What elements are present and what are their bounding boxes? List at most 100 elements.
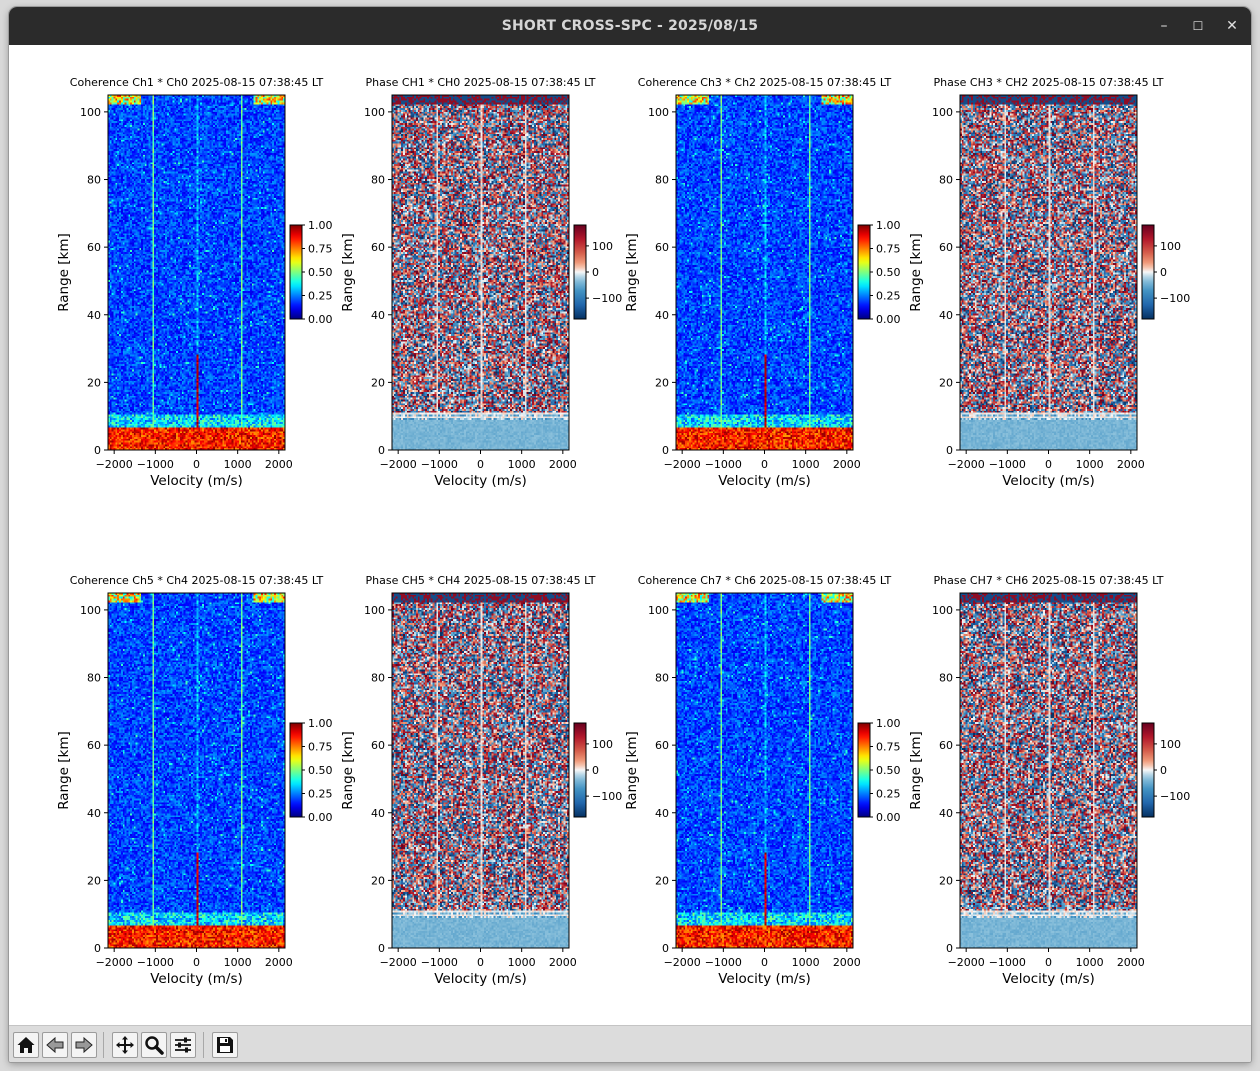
- colorbar-tick-label: 0: [592, 764, 599, 777]
- subplot-title: Coherence Ch3 * Ch2 2025-08-15 07:38:45 …: [638, 76, 892, 89]
- y-tick-label: 60: [87, 739, 101, 752]
- colorbar: [289, 722, 303, 818]
- colorbar-tick-label: 0.25: [308, 290, 333, 303]
- close-button[interactable]: ✕: [1221, 16, 1243, 36]
- subplot-5[interactable]: Coherence Ch5 * Ch4 2025-08-15 07:38:45 …: [56, 574, 333, 987]
- y-tick-label: 20: [939, 874, 953, 887]
- x-tick-label: 1000: [508, 458, 536, 471]
- x-axis-label: Velocity (m/s): [1002, 971, 1095, 987]
- y-tick-label: 80: [655, 174, 669, 187]
- home-button[interactable]: [13, 1032, 39, 1058]
- y-tick-label: 60: [87, 241, 101, 254]
- pan-button[interactable]: [112, 1032, 138, 1058]
- x-tick-label: 0: [761, 956, 768, 969]
- floppy-disk-icon: [217, 1037, 233, 1053]
- subplot-8[interactable]: Phase CH7 * CH6 2025-08-15 07:38:45 LT −2…: [908, 574, 1190, 987]
- y-axis-label: Range [km]: [624, 731, 640, 810]
- y-tick-label: 40: [371, 807, 385, 820]
- arrow-right-icon: [75, 1036, 93, 1054]
- subplot-title: Coherence Ch1 * Ch0 2025-08-15 07:38:45 …: [70, 76, 324, 89]
- subplot-1[interactable]: Coherence Ch1 * Ch0 2025-08-15 07:38:45 …: [56, 76, 333, 489]
- subplot-title: Phase CH3 * CH2 2025-08-15 07:38:45 LT: [934, 76, 1164, 89]
- move-icon: [116, 1036, 134, 1054]
- y-tick-label: 0: [378, 942, 385, 955]
- y-tick-label: 80: [87, 174, 101, 187]
- y-tick-label: 0: [378, 444, 385, 457]
- y-tick-label: 20: [939, 376, 953, 389]
- x-tick-label: 0: [477, 458, 484, 471]
- y-tick-label: 100: [932, 106, 953, 119]
- colorbar-tick-label: 0.50: [308, 764, 333, 777]
- x-axis-label: Velocity (m/s): [718, 473, 811, 489]
- colorbar-tick-label: 100: [1160, 738, 1181, 751]
- back-button[interactable]: [42, 1032, 68, 1058]
- y-tick-label: 60: [371, 739, 385, 752]
- x-tick-label: 2000: [549, 458, 577, 471]
- x-tick-label: −2000: [664, 458, 701, 471]
- y-axis-label: Range [km]: [340, 731, 356, 810]
- window-title: SHORT CROSS-SPC - 2025/08/15: [501, 18, 759, 34]
- colorbar-tick-label: 100: [592, 738, 613, 751]
- subplot-2[interactable]: Phase CH1 * CH0 2025-08-15 07:38:45 LT −2…: [340, 76, 622, 489]
- y-tick-label: 60: [655, 241, 669, 254]
- y-tick-label: 80: [655, 672, 669, 685]
- x-tick-label: −2000: [948, 458, 985, 471]
- x-axis-label: Velocity (m/s): [1002, 473, 1095, 489]
- y-tick-label: 40: [87, 807, 101, 820]
- subplot-4[interactable]: Phase CH3 * CH2 2025-08-15 07:38:45 LT −2…: [908, 76, 1190, 489]
- x-tick-label: 2000: [1117, 956, 1145, 969]
- colorbar-tick-label: 0.75: [876, 741, 901, 754]
- colorbar: [1141, 722, 1155, 818]
- y-tick-label: 100: [648, 604, 669, 617]
- save-button[interactable]: [212, 1032, 238, 1058]
- y-axis-label: Range [km]: [624, 233, 640, 312]
- forward-button[interactable]: [71, 1032, 97, 1058]
- colorbar-tick-label: −100: [1160, 292, 1190, 305]
- colorbar-tick-label: 0: [1160, 266, 1167, 279]
- zoom-button[interactable]: [141, 1032, 167, 1058]
- heatmap-image: [108, 593, 285, 948]
- y-tick-label: 0: [662, 444, 669, 457]
- colorbar-tick-label: 100: [592, 240, 613, 253]
- x-tick-label: 1000: [1076, 458, 1104, 471]
- x-tick-label: −2000: [948, 956, 985, 969]
- x-tick-label: −2000: [380, 458, 417, 471]
- heatmap-image: [676, 95, 853, 450]
- figure-canvas[interactable]: Coherence Ch1 * Ch0 2025-08-15 07:38:45 …: [9, 45, 1251, 1025]
- arrow-left-icon: [46, 1036, 64, 1054]
- y-tick-label: 0: [946, 444, 953, 457]
- y-tick-label: 0: [94, 942, 101, 955]
- y-tick-label: 20: [87, 874, 101, 887]
- minimize-button[interactable]: –: [1153, 16, 1175, 36]
- x-axis-label: Velocity (m/s): [150, 473, 243, 489]
- y-tick-label: 20: [371, 874, 385, 887]
- subplot-title: Phase CH1 * CH0 2025-08-15 07:38:45 LT: [366, 76, 596, 89]
- x-tick-label: 0: [477, 956, 484, 969]
- x-tick-label: −1000: [705, 956, 742, 969]
- heatmap-image: [960, 95, 1137, 450]
- colorbar-tick-label: 0.50: [876, 266, 901, 279]
- y-tick-label: 100: [364, 106, 385, 119]
- colorbar: [573, 722, 587, 818]
- colorbar-tick-label: 0.75: [308, 243, 333, 256]
- x-tick-label: 0: [1045, 458, 1052, 471]
- colorbar-tick-label: 0.25: [876, 788, 901, 801]
- y-tick-label: 40: [939, 807, 953, 820]
- x-tick-label: −1000: [421, 956, 458, 969]
- y-tick-label: 60: [371, 241, 385, 254]
- maximize-button[interactable]: ☐: [1187, 16, 1209, 36]
- subplot-6[interactable]: Phase CH5 * CH4 2025-08-15 07:38:45 LT −2…: [340, 574, 622, 987]
- y-tick-label: 80: [371, 174, 385, 187]
- x-axis-label: Velocity (m/s): [150, 971, 243, 987]
- y-tick-label: 20: [655, 376, 669, 389]
- configure-subplots-button[interactable]: [170, 1032, 196, 1058]
- subplot-3[interactable]: Coherence Ch3 * Ch2 2025-08-15 07:38:45 …: [624, 76, 901, 489]
- heatmap-image: [676, 593, 853, 948]
- y-tick-label: 40: [371, 309, 385, 322]
- colorbar-tick-label: −100: [1160, 790, 1190, 803]
- subplot-7[interactable]: Coherence Ch7 * Ch6 2025-08-15 07:38:45 …: [624, 574, 901, 987]
- y-axis-label: Range [km]: [56, 731, 72, 810]
- colorbar-tick-label: 1.00: [876, 219, 901, 232]
- heatmap-image: [392, 95, 569, 450]
- colorbar-tick-label: 0.25: [308, 788, 333, 801]
